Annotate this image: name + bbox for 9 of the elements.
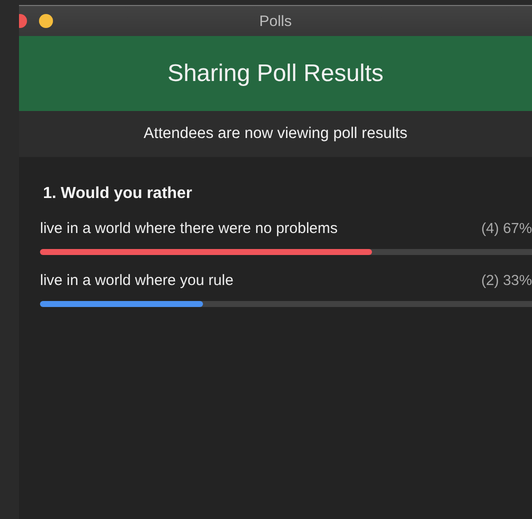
- header-title: Sharing Poll Results: [167, 60, 384, 88]
- option-label: live in a world where there were no problems: [40, 220, 338, 237]
- minimize-button[interactable]: [39, 14, 53, 28]
- vote-count: (2) 33%: [481, 272, 532, 288]
- question-title: 1. Would you rather: [43, 185, 194, 203]
- option-label: live in a world where you rule: [40, 272, 234, 289]
- vote-count: (4) 67%: [481, 220, 532, 236]
- banner-text: Attendees are now viewing poll results: [144, 125, 408, 143]
- window-title: Polls: [259, 12, 292, 30]
